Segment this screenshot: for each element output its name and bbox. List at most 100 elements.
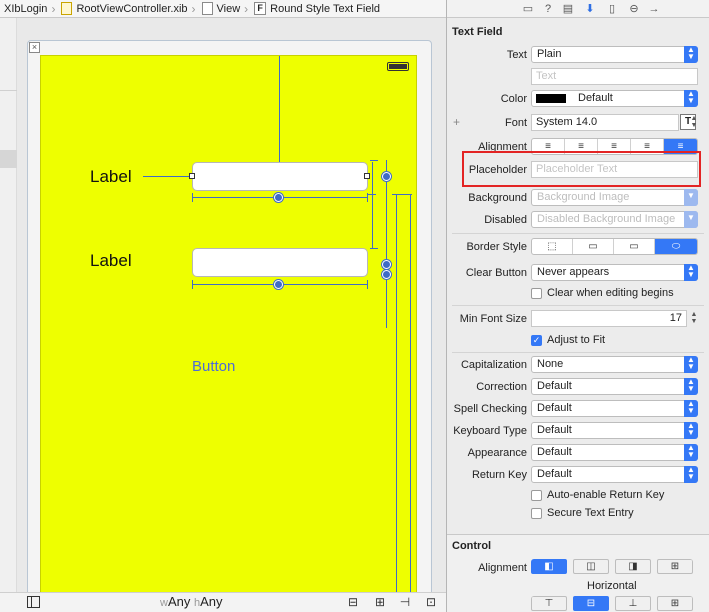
min-font-stepper-icon[interactable]: ▲ ▼ xyxy=(690,311,698,326)
border-rounded-icon[interactable]: ⬭ xyxy=(655,239,697,254)
size-class-selector[interactable]: wAny hAny xyxy=(160,594,223,609)
clear-when-editing-checkbox[interactable]: Clear when editing begins xyxy=(531,287,674,299)
top-constraint[interactable] xyxy=(279,56,280,162)
return-key-value: Default xyxy=(537,468,572,480)
align-icon[interactable]: ⊟ xyxy=(346,595,360,609)
constraint-handle-icon[interactable] xyxy=(274,193,283,202)
vertical-spacing-constraint[interactable] xyxy=(372,162,373,248)
border-style-label: Border Style xyxy=(466,241,527,253)
clear-button-popup[interactable]: Never appears ▲ ▼ xyxy=(531,264,698,281)
border-style-segmented[interactable]: ⬚ ▭ ▭ ⬭ xyxy=(531,238,698,255)
clear-button-value: Never appears xyxy=(537,266,610,278)
root-view[interactable]: Label Label Button xyxy=(40,55,417,592)
constraint-handle-icon[interactable] xyxy=(274,280,283,289)
battery-icon xyxy=(387,62,409,71)
text-field-1-selected[interactable] xyxy=(192,162,368,191)
text-type-value: Plain xyxy=(537,48,562,60)
constraint-handle-icon[interactable] xyxy=(382,270,391,279)
align-top-icon[interactable]: ⊤ xyxy=(531,596,567,611)
file-inspector-icon[interactable]: ▭ xyxy=(521,2,535,16)
appearance-label: Appearance xyxy=(467,447,527,459)
color-label: Color xyxy=(500,93,527,105)
border-none-icon[interactable]: ⬚ xyxy=(532,239,573,254)
text-label: Text xyxy=(506,49,527,61)
border-bezel-icon[interactable]: ▭ xyxy=(614,239,655,254)
horizontal-alignment-segmented[interactable]: ◧ ◫ ◨ ⊞ xyxy=(531,559,693,576)
resolve-issues-icon[interactable]: ⊣ xyxy=(398,595,412,609)
height-constraint[interactable] xyxy=(386,160,387,328)
pin-icon[interactable]: ⊞ xyxy=(373,595,387,609)
resize-handle[interactable] xyxy=(189,173,195,179)
divider xyxy=(452,305,704,306)
align-trailing-icon[interactable]: ◨ xyxy=(615,559,651,574)
checkbox-unchecked-icon xyxy=(531,507,542,519)
text-input[interactable]: Text xyxy=(531,68,698,85)
align-center-v-icon[interactable]: ⊟ xyxy=(573,596,609,611)
breadcrumb-view-label: View xyxy=(216,2,241,15)
outline-strip[interactable] xyxy=(0,18,17,592)
align-bottom-icon[interactable]: ⊥ xyxy=(615,596,651,611)
disabled-image-combo[interactable]: Disabled Background Image ▼ xyxy=(531,211,698,228)
help-inspector-icon[interactable]: ? xyxy=(541,2,555,16)
auto-enable-return-label: Auto-enable Return Key xyxy=(547,489,665,501)
return-key-popup[interactable]: Default ▲ ▼ xyxy=(531,466,698,483)
popup-arrows-icon: ▲ ▼ xyxy=(684,378,698,395)
label-spacing-constraint[interactable] xyxy=(143,176,192,177)
auto-enable-return-checkbox[interactable]: Auto-enable Return Key xyxy=(531,489,664,501)
keyboard-type-popup[interactable]: Default ▲ ▼ xyxy=(531,422,698,439)
attributes-inspector-icon[interactable]: ⬇ xyxy=(583,2,597,16)
vertical-alignment-segmented[interactable]: ⊤ ⊟ ⊥ ⊞ xyxy=(531,596,693,612)
identity-inspector-icon[interactable]: ▤ xyxy=(561,2,575,16)
color-value: Default xyxy=(578,92,613,104)
connections-inspector-icon[interactable]: ⊖ xyxy=(627,2,641,16)
close-icon[interactable]: × xyxy=(29,42,40,53)
align-fill-v-icon[interactable]: ⊞ xyxy=(657,596,693,611)
popup-arrows-icon: ▲ ▼ xyxy=(684,444,698,461)
font-size-stepper-icon[interactable]: ▲ ▼ xyxy=(690,115,698,130)
border-line-icon[interactable]: ▭ xyxy=(573,239,614,254)
keyboard-type-label: Keyboard Type xyxy=(453,425,527,437)
breadcrumb-item-view[interactable]: View xyxy=(198,0,245,18)
adjust-to-fit-checkbox[interactable]: ✓ Adjust to Fit xyxy=(531,334,605,346)
trailing-constraint[interactable] xyxy=(410,194,411,592)
breadcrumb-item-xib[interactable]: RootViewController.xib xyxy=(57,0,191,18)
connections-arrow-icon[interactable]: → xyxy=(647,2,661,16)
constraint-handle-icon[interactable] xyxy=(382,172,391,181)
constraint-cap xyxy=(192,280,193,289)
view-frame[interactable]: × Label Label Button xyxy=(27,40,432,592)
section-title-control: Control xyxy=(452,540,492,552)
size-inspector-icon[interactable]: ▯ xyxy=(605,2,619,16)
correction-popup[interactable]: Default ▲ ▼ xyxy=(531,378,698,395)
color-popup[interactable]: Default ▲ ▼ xyxy=(531,90,698,107)
trailing-constraint[interactable] xyxy=(396,194,397,592)
spell-checking-popup[interactable]: Default ▲ ▼ xyxy=(531,400,698,417)
label-2[interactable]: Label xyxy=(90,251,132,271)
view-icon xyxy=(201,2,213,15)
resize-handle[interactable] xyxy=(364,173,370,179)
horizontal-label: Horizontal xyxy=(587,580,637,592)
align-center-h-icon[interactable]: ◫ xyxy=(573,559,609,574)
background-image-combo[interactable]: Background Image ▼ xyxy=(531,189,698,206)
min-font-size-field[interactable]: 17 xyxy=(531,310,687,327)
document-outline-toggle-icon[interactable] xyxy=(27,596,40,608)
popup-arrows-icon: ▲ ▼ xyxy=(684,466,698,483)
align-leading-icon[interactable]: ◧ xyxy=(531,559,567,574)
label-1[interactable]: Label xyxy=(90,167,132,187)
interface-builder-canvas[interactable]: × Label Label Button xyxy=(0,18,446,592)
breadcrumb-item-project[interactable]: XIbLogin xyxy=(0,0,51,18)
add-variation-icon[interactable]: + xyxy=(453,115,460,129)
checkbox-unchecked-icon xyxy=(531,287,542,299)
text-type-popup[interactable]: Plain ▲ ▼ xyxy=(531,46,698,63)
appearance-popup[interactable]: Default ▲ ▼ xyxy=(531,444,698,461)
disabled-label: Disabled xyxy=(484,214,527,226)
secure-text-entry-checkbox[interactable]: Secure Text Entry xyxy=(531,507,634,519)
font-field[interactable]: System 14.0 T xyxy=(531,114,696,131)
capitalization-popup[interactable]: None ▲ ▼ xyxy=(531,356,698,373)
text-field-2[interactable] xyxy=(192,248,368,277)
breadcrumb-item-textfield[interactable]: F Round Style Text Field xyxy=(250,0,384,18)
resizing-behavior-icon[interactable]: ⊡ xyxy=(424,595,438,609)
constraint-handle-icon[interactable] xyxy=(382,260,391,269)
button[interactable]: Button xyxy=(192,358,235,375)
popup-arrows-icon: ▲ ▼ xyxy=(684,46,698,63)
align-fill-h-icon[interactable]: ⊞ xyxy=(657,559,693,574)
